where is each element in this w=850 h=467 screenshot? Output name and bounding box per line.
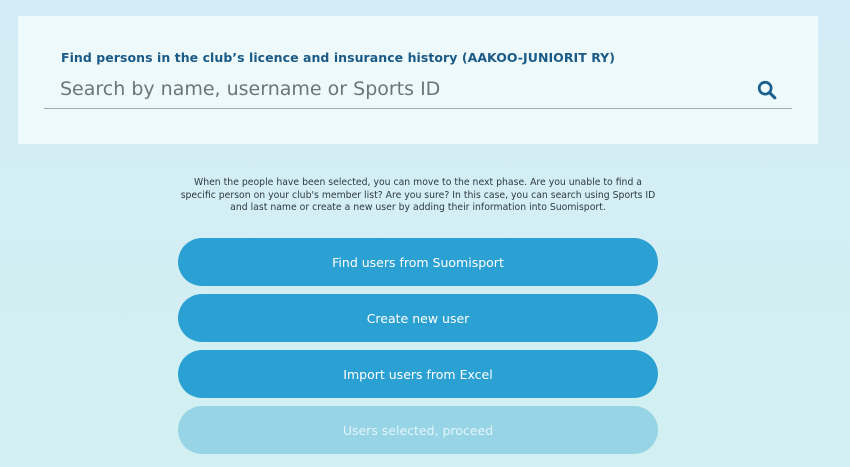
search-input[interactable] [60, 74, 720, 104]
create-user-button[interactable]: Create new user [178, 294, 658, 342]
search-field [44, 72, 792, 109]
search-label: Find persons in the club’s licence and i… [61, 50, 616, 65]
find-users-button[interactable]: Find users from Suomisport [178, 238, 658, 286]
import-users-button[interactable]: Import users from Excel [178, 350, 658, 398]
search-panel: Find persons in the club’s licence and i… [18, 16, 818, 144]
proceed-button[interactable]: Users selected, proceed [178, 406, 658, 454]
search-icon[interactable] [756, 79, 778, 101]
info-text: When the people have been selected, you … [180, 177, 656, 213]
